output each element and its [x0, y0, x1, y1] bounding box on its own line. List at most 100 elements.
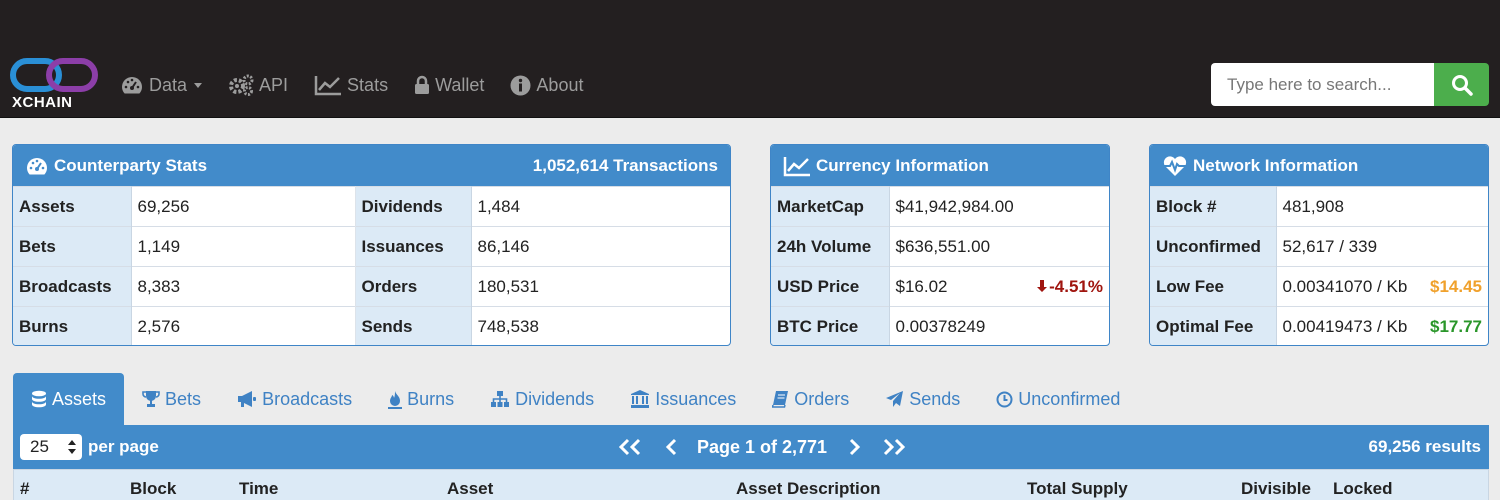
table-row: Burns 2,576 Sends 748,538 — [13, 306, 730, 345]
top-navbar: XCHAIN Data API Stats Wallet About Type … — [0, 0, 1500, 118]
clock-icon — [996, 391, 1013, 407]
tab-assets[interactable]: Assets — [13, 373, 125, 425]
column-header-locked[interactable]: Locked — [1333, 479, 1393, 499]
dashboard-icon — [27, 157, 47, 174]
tab-broadcasts[interactable]: Broadcasts — [219, 373, 370, 425]
bullhorn-icon — [238, 391, 257, 407]
stat-label: Broadcasts — [13, 266, 132, 307]
tab-unconfirmed[interactable]: Unconfirmed — [978, 373, 1138, 425]
search-input[interactable] — [1211, 63, 1434, 106]
nav-item-about[interactable]: About — [510, 75, 583, 96]
table-row: Unconfirmed 52,617 / 339 — [1150, 226, 1488, 267]
column-header-asset[interactable]: Asset — [447, 479, 493, 499]
first-page-button[interactable] — [617, 438, 643, 456]
tab-sends[interactable]: Sends — [867, 373, 978, 425]
last-page-button[interactable] — [881, 438, 907, 456]
tab-orders[interactable]: Orders — [754, 373, 867, 425]
network-information-panel: Network Information Block # 481,908 Unco… — [1149, 144, 1489, 346]
assets-table-header: # Block Time Asset Asset Description Tot… — [13, 469, 1489, 500]
heartbeat-icon — [1163, 155, 1187, 176]
stat-label: Sends — [355, 306, 472, 345]
price-change: -4.51% — [1035, 277, 1103, 297]
brand-logo[interactable]: XCHAIN — [10, 58, 100, 114]
tab-label: Orders — [794, 388, 850, 409]
currency-label: USD Price — [771, 266, 890, 307]
stat-value: 180,531 — [471, 266, 730, 307]
column-header-divisible[interactable]: Divisible — [1241, 479, 1311, 499]
column-header-asset-description[interactable]: Asset Description — [736, 479, 881, 499]
tab-label: Broadcasts — [262, 388, 353, 409]
xchain-logo-icon — [10, 58, 98, 92]
column-header-block[interactable]: Block — [130, 479, 176, 499]
search-form — [1211, 63, 1489, 106]
chevron-left-icon — [665, 438, 677, 456]
per-page-label: per page — [88, 437, 159, 456]
optimal-fee-usd: $17.77 — [1430, 316, 1482, 336]
network-label: Block # — [1150, 186, 1277, 227]
transactions-count: 1,052,614 Transactions — [532, 155, 718, 175]
network-value-cell: 0.00341070 / Kb $14.45 — [1276, 266, 1488, 307]
line-chart-icon — [314, 76, 342, 96]
table-row: Low Fee 0.00341070 / Kb $14.45 — [1150, 266, 1488, 307]
table-row: MarketCap $41,942,984.00 — [771, 186, 1109, 227]
counterparty-stats-heading: Counterparty Stats 1,052,614 Transaction… — [13, 145, 730, 186]
list-controls-bar: 25 per page Page 1 of 2,771 69,256 resul… — [13, 425, 1489, 469]
tab-label: Sends — [909, 388, 961, 409]
stat-label: Assets — [13, 186, 132, 227]
network-information-heading: Network Information — [1150, 145, 1488, 186]
stat-label: Burns — [13, 306, 132, 345]
tab-burns[interactable]: Burns — [370, 373, 472, 425]
column-header-time[interactable]: Time — [239, 479, 278, 499]
stat-label: Bets — [13, 226, 132, 267]
tab-label: Issuances — [655, 388, 737, 409]
double-chevron-left-icon — [618, 438, 641, 456]
network-value-cell: 0.00419473 / Kb $17.77 — [1276, 306, 1488, 345]
nav-item-data-label: Data — [149, 74, 188, 95]
price-change-value: -4.51% — [1049, 276, 1103, 296]
database-icon — [32, 390, 46, 407]
nav-item-wallet[interactable]: Wallet — [414, 75, 484, 96]
panel-title: Network Information — [1193, 155, 1359, 175]
nav-item-stats[interactable]: Stats — [314, 74, 388, 96]
stat-label: Orders — [355, 266, 472, 307]
table-row: Bets 1,149 Issuances 86,146 — [13, 226, 730, 267]
nav-item-stats-label: Stats — [347, 74, 389, 95]
stat-value: 1,484 — [471, 186, 730, 227]
stat-value: 748,538 — [471, 306, 730, 345]
tab-label: Bets — [165, 388, 202, 409]
currency-value: $636,551.00 — [889, 226, 1109, 267]
tab-bets[interactable]: Bets — [124, 373, 219, 425]
low-fee-value: 0.00341070 / Kb — [1282, 276, 1408, 296]
tab-dividends[interactable]: Dividends — [472, 373, 612, 425]
line-chart-icon — [783, 156, 810, 176]
column-header-number[interactable]: # — [20, 479, 29, 499]
nav-item-api[interactable]: API — [228, 74, 288, 96]
low-fee-usd: $14.45 — [1430, 276, 1482, 296]
table-row: BTC Price 0.00378249 — [771, 306, 1109, 345]
nav-item-data[interactable]: Data — [120, 74, 203, 96]
stat-value: 8,383 — [131, 266, 356, 307]
table-row: Block # 481,908 — [1150, 186, 1488, 227]
prev-page-button[interactable] — [665, 438, 677, 456]
network-label: Low Fee — [1150, 266, 1277, 307]
table-row: Assets 69,256 Dividends 1,484 — [13, 186, 730, 227]
stat-label: Issuances — [355, 226, 472, 267]
panel-title: Currency Information — [816, 155, 989, 175]
sitemap-icon — [491, 391, 510, 407]
currency-label: 24h Volume — [771, 226, 890, 267]
bank-icon — [631, 390, 650, 408]
search-button[interactable] — [1434, 63, 1489, 106]
nav-item-about-label: About — [536, 74, 584, 95]
per-page-select[interactable]: 25 — [20, 434, 82, 460]
tab-issuances[interactable]: Issuances — [612, 373, 754, 425]
stat-value: 86,146 — [471, 226, 730, 267]
tab-label: Dividends — [515, 388, 595, 409]
column-header-total-supply[interactable]: Total Supply — [1027, 479, 1128, 499]
tab-label: Assets — [52, 388, 107, 409]
currency-value: $41,942,984.00 — [889, 186, 1109, 227]
next-page-button[interactable] — [849, 438, 861, 456]
brand-name: XCHAIN — [12, 94, 73, 111]
currency-label: MarketCap — [771, 186, 890, 227]
main-nav: Data API Stats Wallet About — [120, 70, 609, 100]
double-chevron-right-icon — [884, 438, 906, 456]
